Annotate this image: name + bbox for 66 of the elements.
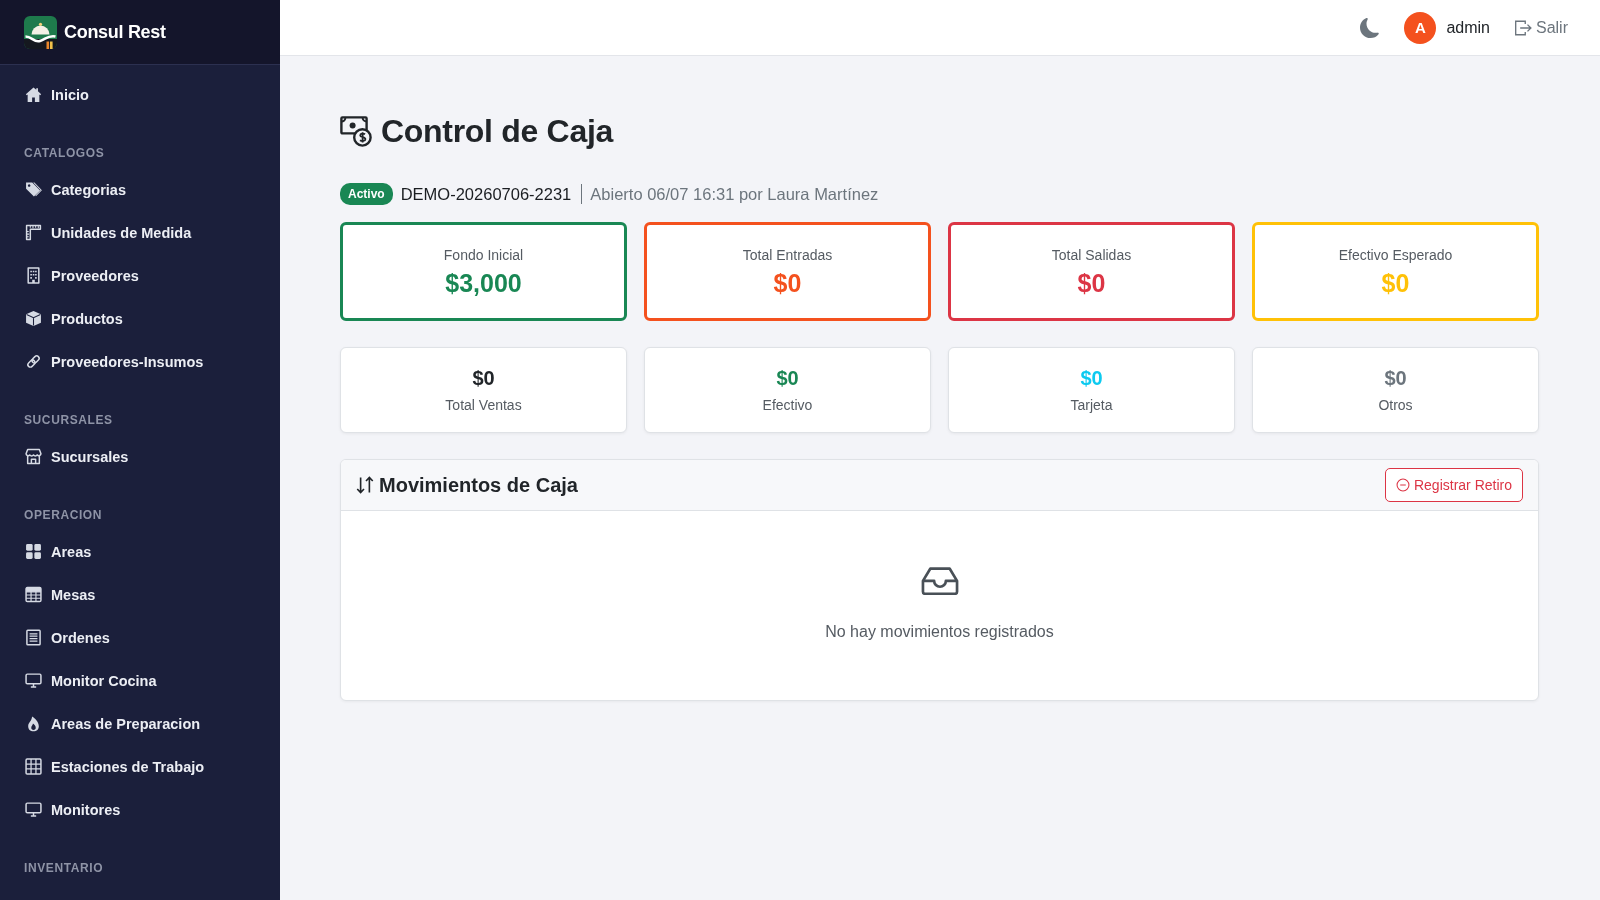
table-icon [25,586,42,603]
sidebar-item[interactable]: Inicio [0,73,280,116]
sidebar-item[interactable]: Sucursales [0,435,280,478]
sort-arrows-icon [355,475,375,495]
moon-icon [1360,17,1381,38]
logout-icon [1514,18,1532,37]
card-value: $0 [776,366,799,390]
tag-icon [25,181,42,198]
nav-section-title: SUCURSALES [24,412,113,428]
register-withdrawal-button[interactable]: Registrar Retiro [1384,468,1523,502]
sidebar-item[interactable]: Mesas [0,573,280,616]
card-value: $0 [1077,268,1106,298]
nav-section-title: INVENTARIO [24,860,104,876]
nav-section-title: CATALOGOS [24,145,105,161]
theme-toggle-button[interactable] [1360,17,1381,38]
link-icon [25,353,42,370]
card-value: $0 [773,268,802,298]
empty-state-text: No hay movimientos registrados [825,622,1054,642]
flame-icon [25,715,42,732]
sidebar-item[interactable]: Estaciones de Trabajo [0,745,280,788]
minus-circle-icon [1395,478,1410,492]
ruler-icon [25,224,42,241]
panel-title: Movimientos de Caja [379,473,578,497]
nav-section-title: OPERACION [24,507,103,523]
card-label: Tarjeta [1070,396,1113,414]
sidebar-item[interactable]: Monitores [0,788,280,831]
cash-coin-icon [340,115,372,147]
card-label: Total Ventas [445,396,522,414]
logout-link[interactable]: Salir [1514,18,1568,37]
card-value: $0 [1381,268,1410,298]
sidebar-item[interactable]: Monitor Cocina [0,659,280,702]
cloche-logo-icon [24,15,57,49]
user-name[interactable]: admin [1446,18,1490,37]
table-icon [25,758,42,775]
shop-icon [25,448,42,465]
home-icon [25,86,42,103]
card-label: Total Entradas [742,246,833,264]
sidebar-item[interactable]: Ordenes [0,616,280,659]
building-icon [25,267,42,284]
sidebar-item[interactable]: Productos [0,297,280,340]
sidebar-item[interactable]: Areas [0,530,280,573]
status-badge: Activo [340,183,393,205]
card-value: $3,000 [445,268,522,298]
grid-icon [25,543,42,560]
session-code: DEMO-20260706-2231 [400,184,572,204]
card-label: Efectivo Esperado [1338,246,1453,264]
sidebar-item[interactable]: Areas de Preparacion [0,702,280,745]
monitor-icon [25,672,42,689]
session-info-text: Abierto 06/07 16:31 por Laura Martínez [590,184,879,204]
card-label: Total Salidas [1051,246,1132,264]
sidebar-item[interactable]: Unidades de Medida [0,211,280,254]
card-value: $0 [1080,366,1103,390]
sidebar-item[interactable]: Proveedores [0,254,280,297]
page-title: Control de Caja [381,112,613,150]
sidebar-item[interactable]: Categorias [0,168,280,211]
card-value: $0 [1384,366,1407,390]
card-label: Fondo Inicial [443,246,524,264]
card-label: Efectivo [762,396,813,414]
card-value: $0 [472,366,495,390]
monitor-icon [25,801,42,818]
brand-name: Consul Rest [64,21,166,43]
list-icon [25,629,42,646]
sidebar-item[interactable]: Proveedores-Insumos [0,340,280,383]
box-icon [25,310,42,327]
inbox-icon [919,567,960,595]
card-label: Otros [1378,396,1413,414]
